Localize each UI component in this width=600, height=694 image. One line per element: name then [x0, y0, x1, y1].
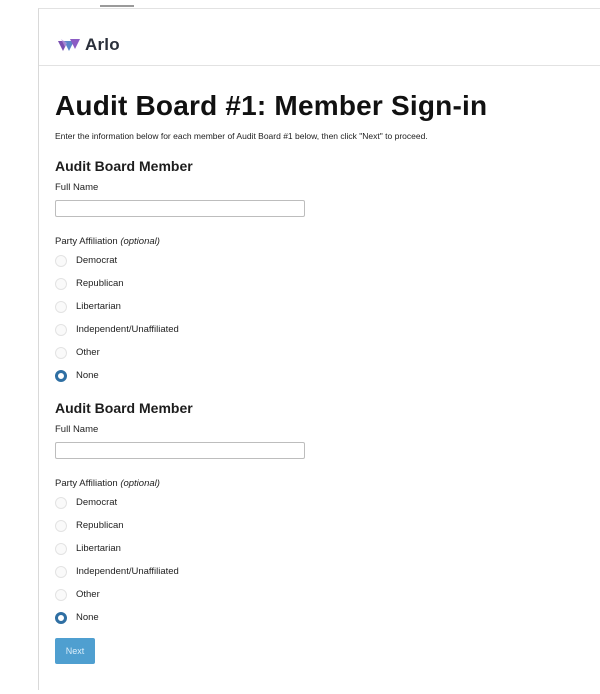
radio-label: Other — [76, 347, 100, 358]
party-option-other[interactable]: Other — [55, 341, 595, 364]
party-option-democrat[interactable]: Democrat — [55, 249, 595, 272]
party-option-none[interactable]: None — [55, 606, 595, 629]
radio-label: Independent/Unaffiliated — [76, 324, 179, 335]
arlo-logo: Arlo — [57, 33, 120, 57]
radio-label: Republican — [76, 278, 124, 289]
radio-label: Libertarian — [76, 301, 121, 312]
member-section-title: Audit Board Member — [55, 400, 193, 416]
app-header: Arlo — [39, 9, 600, 66]
optional-hint: (optional) — [120, 236, 160, 247]
app-window: Arlo Audit Board #1: Member Sign-in Ente… — [38, 8, 600, 690]
radio-label: Libertarian — [76, 543, 121, 554]
party-option-republican[interactable]: Republican — [55, 272, 595, 295]
radio-button[interactable] — [55, 519, 67, 532]
party-affiliation-label: Party Affiliation (optional) — [55, 478, 160, 489]
party-option-independent[interactable]: Independent/Unaffiliated — [55, 318, 595, 341]
optional-hint: (optional) — [120, 478, 160, 489]
party-radio-group: Democrat Republican Libertarian Independ… — [55, 491, 595, 629]
radio-label: None — [76, 370, 99, 381]
full-name-input[interactable] — [55, 200, 305, 217]
radio-button[interactable] — [55, 323, 67, 336]
member-section-2: Audit Board Member Full Name Party Affil… — [55, 399, 595, 629]
radio-label: Democrat — [76, 255, 118, 266]
party-option-other[interactable]: Other — [55, 583, 595, 606]
member-section-1: Audit Board Member Full Name Party Affil… — [55, 157, 595, 387]
arlo-logo-icon — [58, 39, 80, 51]
radio-button[interactable] — [55, 277, 67, 290]
radio-label: Democrat — [76, 497, 118, 508]
top-rule — [100, 5, 134, 7]
party-option-independent[interactable]: Independent/Unaffiliated — [55, 560, 595, 583]
radio-button-selected[interactable] — [55, 611, 67, 624]
page-instructions: Enter the information below for each mem… — [55, 131, 428, 141]
full-name-label: Full Name — [55, 182, 99, 193]
full-name-label: Full Name — [55, 424, 99, 435]
radio-button-selected[interactable] — [55, 369, 67, 382]
radio-button[interactable] — [55, 542, 67, 555]
radio-button[interactable] — [55, 588, 67, 601]
radio-button[interactable] — [55, 565, 67, 578]
radio-button[interactable] — [55, 300, 67, 313]
party-option-none[interactable]: None — [55, 364, 595, 387]
radio-button[interactable] — [55, 254, 67, 267]
member-section-title: Audit Board Member — [55, 158, 193, 174]
radio-button[interactable] — [55, 496, 67, 509]
party-radio-group: Democrat Republican Libertarian Independ… — [55, 249, 595, 387]
party-affiliation-label: Party Affiliation (optional) — [55, 236, 160, 247]
radio-label: None — [76, 612, 99, 623]
party-option-republican[interactable]: Republican — [55, 514, 595, 537]
main-content: Audit Board #1: Member Sign-in Enter the… — [55, 89, 595, 664]
radio-button[interactable] — [55, 346, 67, 359]
party-option-libertarian[interactable]: Libertarian — [55, 295, 595, 318]
party-option-democrat[interactable]: Democrat — [55, 491, 595, 514]
party-option-libertarian[interactable]: Libertarian — [55, 537, 595, 560]
radio-label: Independent/Unaffiliated — [76, 566, 179, 577]
radio-label: Other — [76, 589, 100, 600]
full-name-input[interactable] — [55, 442, 305, 459]
app-name: Arlo — [85, 35, 120, 54]
next-button[interactable]: Next — [55, 638, 95, 664]
radio-label: Republican — [76, 520, 124, 531]
page-title: Audit Board #1: Member Sign-in — [55, 90, 488, 121]
